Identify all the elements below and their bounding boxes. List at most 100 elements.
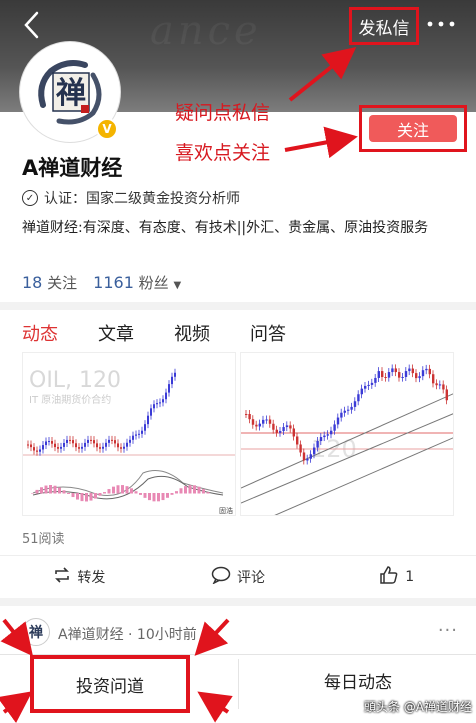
annotation-question-pm: 疑问点私信 [175, 102, 271, 124]
next-post-author[interactable]: A禅道财经 · 10小时前 [58, 624, 197, 644]
like-button[interactable]: 1 [317, 556, 476, 597]
candle-body [404, 371, 408, 377]
candle-body [132, 435, 134, 440]
candle-body [336, 417, 340, 425]
macd-bar [40, 487, 43, 494]
certification: ✓ 认证：国家二级黄金投资分析师 [22, 188, 240, 208]
candle-body [353, 401, 357, 407]
repost-button[interactable]: 转发 [0, 556, 159, 597]
candle-body [333, 424, 336, 431]
candle-body [377, 371, 380, 378]
more-dots-icon[interactable]: ··· [438, 620, 458, 641]
follow-button[interactable]: 关注 [369, 115, 457, 142]
candle-body [165, 392, 167, 400]
macd-bar [125, 486, 129, 494]
candle-body [272, 423, 275, 430]
candle-body [319, 437, 323, 442]
candle-body [248, 414, 251, 420]
candle-body [289, 425, 292, 429]
candle-body [364, 385, 367, 389]
candle-body [411, 368, 414, 374]
followers-stat[interactable]: 1161 粉丝 ▼ [93, 272, 181, 293]
followers-label: 粉丝 [138, 274, 169, 292]
tab-articles[interactable]: 文章 [76, 320, 134, 352]
candle-body [340, 412, 343, 418]
candle-body [87, 439, 89, 443]
candle-body [141, 430, 143, 434]
candle-body [374, 377, 377, 383]
read-count: 51阅读 [22, 532, 65, 547]
candle-body [27, 444, 29, 446]
candle-body [120, 447, 122, 449]
candle-body [54, 443, 56, 448]
candle-body [111, 439, 113, 441]
candle-body [279, 431, 282, 433]
thumbs-up-icon [379, 565, 399, 589]
macd-bar [44, 485, 48, 494]
candle-body [401, 376, 404, 378]
macd-bar [193, 485, 196, 494]
macd-bar [206, 492, 210, 494]
candle-body [57, 447, 59, 449]
macd-bar [179, 488, 183, 494]
chart-thumbnail-left[interactable]: OIL, 120 IT 原油期货价合约 固浩 [22, 352, 236, 516]
candle-body [432, 374, 435, 384]
section-divider [0, 598, 476, 606]
thumb-left-corner: 固浩 [219, 506, 233, 515]
candle-body [72, 440, 74, 444]
profile-stats: 18 关注 1161 粉丝 ▼ [22, 272, 181, 293]
macd-bar [49, 485, 52, 494]
macd-bar [175, 491, 178, 494]
macd-bar [188, 485, 192, 494]
candle-body [316, 441, 319, 448]
candle-body [78, 447, 80, 449]
candle-body [299, 444, 302, 453]
mini-avatar[interactable]: 禅 [22, 618, 50, 646]
more-dots-icon[interactable] [424, 12, 458, 36]
check-circle-icon: ✓ [22, 190, 38, 206]
candle-body [262, 419, 265, 424]
candle-body [384, 376, 387, 378]
candle-body [445, 389, 448, 401]
macd-bar [148, 493, 151, 501]
candle-body [285, 425, 289, 428]
candle-body [309, 454, 312, 459]
candle-body [394, 368, 397, 373]
candle-body [93, 440, 95, 444]
followers-count: 1161 [93, 273, 134, 292]
tab-videos[interactable]: 视频 [152, 320, 210, 352]
caret-down-icon: ▼ [173, 280, 182, 291]
certification-text: 认证：国家二级黄金投资分析师 [44, 191, 240, 207]
candle-body [39, 449, 41, 452]
invest-qa-button[interactable]: 投资问道 [30, 655, 190, 713]
candle-body [30, 444, 32, 448]
candle-body [323, 435, 326, 438]
tab-qa[interactable]: 问答 [228, 320, 286, 352]
chart-thumbnail-right[interactable]: 120 [240, 352, 454, 516]
macd-bar [139, 493, 142, 495]
candle-body [381, 371, 384, 377]
comment-button[interactable]: 评论 [159, 556, 318, 597]
candle-body [258, 423, 261, 427]
candle-body [96, 443, 98, 448]
following-stat[interactable]: 18 关注 [22, 272, 77, 293]
verified-badge-icon: V [96, 118, 118, 140]
candle-body [168, 384, 170, 393]
macd-bar [197, 486, 201, 494]
post-actions: 转发 评论 1 [0, 555, 476, 597]
thumb-left-overlay: OIL, 120 [29, 368, 121, 393]
candle-body [435, 383, 438, 386]
candle-body [156, 403, 158, 405]
section-divider [0, 302, 476, 310]
candle-body [69, 439, 71, 441]
profile-name: A禅道财经 [22, 156, 123, 180]
candle-body [147, 415, 149, 425]
candle-body [265, 419, 268, 421]
back-arrow-icon[interactable] [18, 10, 48, 40]
candle-body [275, 429, 278, 433]
candle-body [102, 446, 104, 449]
private-message-button[interactable]: 发私信 [349, 7, 419, 45]
candle-body [296, 436, 299, 445]
tab-dynamics[interactable]: 动态 [0, 320, 58, 352]
candle-body [438, 384, 442, 386]
